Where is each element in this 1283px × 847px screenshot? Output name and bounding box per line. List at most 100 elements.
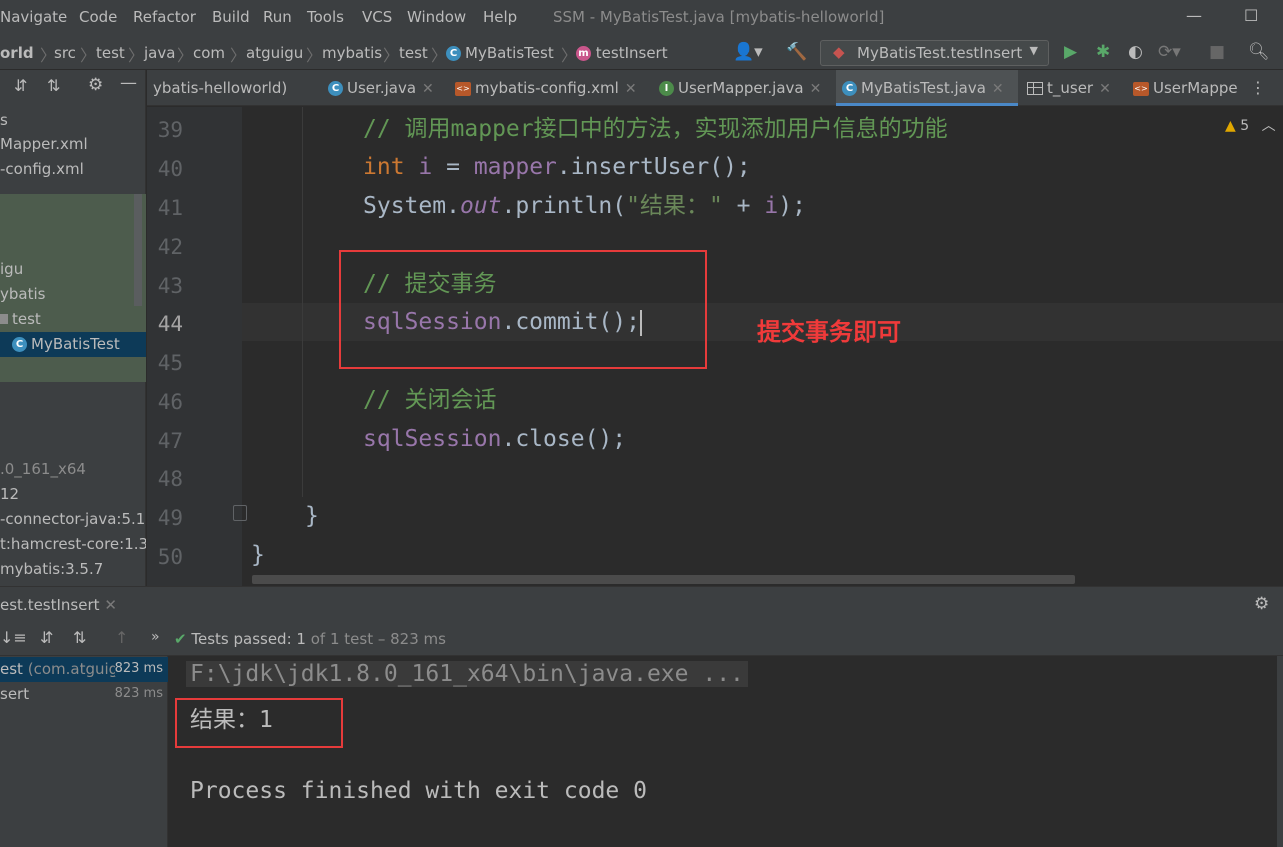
tree-item-mybatistest[interactable]: C MyBatisTest (0, 332, 146, 357)
horizontal-scrollbar[interactable] (252, 575, 1075, 584)
tab-mybatis-config[interactable]: <> mybatis-config.xml ✕ (449, 70, 649, 106)
breadcrumb-src[interactable]: src (54, 44, 76, 62)
build-hammer-icon[interactable]: 🔨 (786, 42, 807, 62)
code-field: mapper (473, 154, 557, 180)
tab-module[interactable]: ybatis-helloworld) (147, 70, 322, 106)
indent-guide (302, 107, 303, 497)
search-icon[interactable]: 🔍︎ (1248, 42, 1270, 62)
breadcrumb-method[interactable]: m testInsert (576, 44, 668, 62)
code-brace: } (305, 503, 319, 529)
tree-item-jdk[interactable]: .0_161_x64 (0, 457, 146, 482)
menu-help[interactable]: Help (483, 8, 517, 26)
breadcrumb-test-package[interactable]: test (399, 44, 428, 62)
tree-item-mybatis[interactable]: ybatis (0, 282, 146, 307)
more-icon[interactable]: » (151, 629, 160, 645)
close-icon[interactable]: ✕ (810, 81, 822, 97)
highlight-box (175, 698, 343, 748)
gear-icon[interactable]: ⚙ (1254, 594, 1269, 614)
menu-code[interactable]: Code (79, 8, 117, 26)
close-icon[interactable]: ✕ (104, 596, 117, 614)
status-count: 1 (296, 630, 306, 648)
menu-navigate[interactable]: Navigate (0, 8, 67, 26)
gear-icon[interactable]: ⚙ (88, 75, 103, 95)
tab-label: mybatis-config.xml (475, 79, 619, 97)
run-tab[interactable]: est.testInsert ✕ (0, 596, 117, 614)
breadcrumb-com[interactable]: com (193, 44, 225, 62)
breadcrumb-atguigu[interactable]: atguigu (246, 44, 303, 62)
tab-usermapper-java[interactable]: I UserMapper.java ✕ (653, 70, 833, 106)
close-icon[interactable]: ✕ (992, 81, 1004, 97)
tab-label: t_user (1047, 79, 1094, 97)
menu-vcs[interactable]: VCS (362, 8, 392, 26)
close-icon[interactable]: ✕ (625, 81, 637, 97)
maximize-icon[interactable]: ☐ (1244, 6, 1258, 25)
run-configuration-select[interactable]: ◆ MyBatisTest.testInsert ▼ (820, 40, 1049, 66)
stop-icon[interactable]: ■ (1209, 42, 1225, 62)
previous-icon[interactable]: ↑ (115, 628, 128, 647)
collapse-all-icon[interactable]: ⇅ (47, 76, 60, 95)
breadcrumb-java[interactable]: java (144, 44, 175, 62)
test-runner-toolbar: ↓≡ ⇵ ⇅ ↑ » ✔ Tests passed: 1 of 1 test –… (0, 622, 1283, 656)
sort-icon[interactable]: ↓≡ (0, 628, 27, 647)
close-icon[interactable]: ✕ (422, 81, 434, 97)
tree-item-atguigu[interactable]: igu (0, 257, 146, 282)
tree-item-mybatis-lib[interactable]: mybatis:3.5.7 (0, 557, 146, 582)
code-editor[interactable]: 39 40 41 42 43 44 45 46 47 48 49 50 ▲ 5 … (147, 107, 1283, 586)
test-row-selected[interactable]: est (com.atguig 823 ms (0, 657, 168, 682)
menu-build[interactable]: Build (212, 8, 250, 26)
code-text: System. (363, 193, 460, 219)
breadcrumb-class[interactable]: C MyBatisTest (446, 44, 554, 62)
tab-t-user[interactable]: t_user ✕ (1021, 70, 1125, 106)
tree-item-mapper-xml[interactable]: Mapper.xml (0, 132, 146, 157)
run-icon[interactable]: ▶ (1064, 42, 1077, 62)
tab-mybatistest-java[interactable]: C MyBatisTest.java ✕ (836, 70, 1018, 106)
code-text: .close(); (501, 426, 627, 452)
code-field: sqlSession (363, 426, 502, 452)
status-passed-label: Tests passed: (191, 630, 292, 648)
annotation-text: 提交事务即可 (757, 318, 901, 346)
debug-icon[interactable]: ✱ (1096, 42, 1110, 62)
line-number: 49 (157, 506, 183, 530)
code-line-41: System.out.println("结果：" + i); (363, 188, 806, 224)
menu-refactor[interactable]: Refactor (133, 8, 196, 26)
minimize-icon[interactable]: — (1186, 6, 1202, 25)
expand-all-icon[interactable]: ⇵ (14, 76, 27, 95)
tree-item-junit[interactable]: 12 (0, 482, 146, 507)
code-text: .insertUser(); (556, 154, 751, 180)
tree-item-config-xml[interactable]: -config.xml (0, 157, 146, 182)
tree-item[interactable]: s (0, 108, 146, 133)
tab-list-icon[interactable]: ⋮ (1250, 78, 1266, 97)
breadcrumb-project[interactable]: orld (0, 44, 34, 62)
chevron-up-icon[interactable]: ︿ (1262, 118, 1276, 134)
profile-icon[interactable]: ⟳▾ (1158, 42, 1181, 62)
menu-run[interactable]: Run (263, 8, 292, 26)
breadcrumb-separator: 〉 (230, 46, 247, 65)
test-label: est (com.atguig (0, 660, 118, 678)
breadcrumb-class-label: MyBatisTest (465, 44, 554, 62)
tab-user-java[interactable]: C User.java ✕ (322, 70, 445, 106)
test-row[interactable]: sert 823 ms (0, 682, 168, 707)
hide-icon[interactable]: — (120, 73, 137, 93)
tab-usermapper-xml[interactable]: <> UserMappe (1127, 70, 1247, 106)
console-exit: Process finished with exit code 0 (190, 778, 647, 804)
method-icon: m (576, 46, 591, 61)
menu-tools[interactable]: Tools (307, 8, 344, 26)
test-duration: 823 ms (114, 686, 163, 701)
test-results-tree: est (com.atguig 823 ms sert 823 ms (0, 656, 168, 847)
menu-window[interactable]: Window (407, 8, 466, 26)
collapse-all-icon[interactable]: ⇅ (73, 628, 86, 647)
fold-icon[interactable] (233, 505, 247, 521)
scrollbar[interactable] (1277, 656, 1283, 847)
warnings-indicator[interactable]: ▲ 5 ︿ (1225, 115, 1276, 135)
tree-item-test[interactable]: test (0, 307, 146, 332)
tree-item-hamcrest[interactable]: t:hamcrest-core:1.3 (0, 532, 146, 557)
close-icon[interactable]: ✕ (1099, 81, 1111, 97)
console-output[interactable]: F:\jdk\jdk1.8.0_161_x64\bin\java.exe ...… (169, 656, 1283, 847)
breadcrumb-separator: 〉 (80, 46, 97, 65)
user-icon[interactable]: 👤▾ (733, 42, 763, 62)
expand-all-icon[interactable]: ⇵ (40, 628, 53, 647)
breadcrumb-test[interactable]: test (96, 44, 125, 62)
breadcrumb-mybatis[interactable]: mybatis (322, 44, 382, 62)
coverage-icon[interactable]: ◐ (1128, 42, 1143, 62)
tree-item-mysql-connector[interactable]: -connector-java:5.1. (0, 507, 146, 532)
